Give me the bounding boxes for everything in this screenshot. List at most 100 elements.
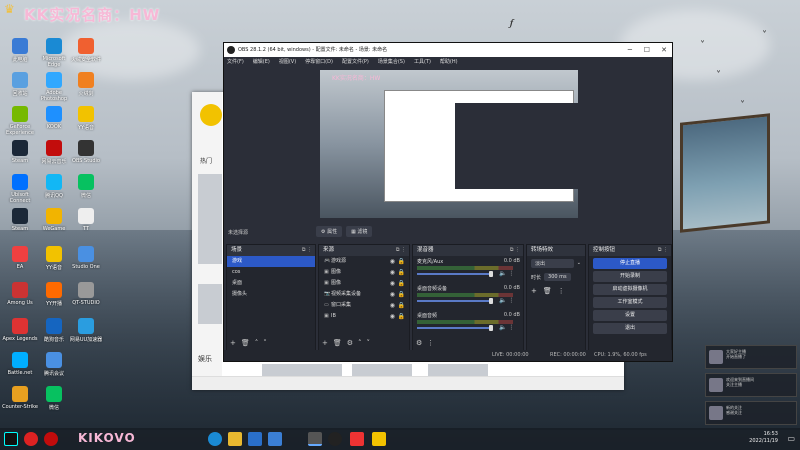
desktop-icon[interactable]: GeForce Experience bbox=[2, 106, 38, 136]
dock-options-icon[interactable]: ⧉ ⋮ bbox=[658, 245, 668, 256]
desktop-icon[interactable]: Microsoft Edge bbox=[36, 38, 72, 68]
lock-icon[interactable]: 🔒 bbox=[398, 256, 405, 267]
menu-item[interactable]: 停靠窗口(D) bbox=[305, 57, 333, 68]
add-icon[interactable]: + bbox=[531, 287, 537, 295]
desktop-icon[interactable]: Studio One bbox=[68, 246, 104, 270]
add-icon[interactable]: + bbox=[230, 339, 236, 347]
desktop-icon[interactable]: YY语音 bbox=[68, 106, 104, 131]
notification-card[interactable]: 大家好主播 开始直播了 bbox=[705, 345, 797, 369]
lock-icon[interactable]: 🔒 bbox=[398, 300, 405, 311]
filters-button[interactable]: ▦ 滤镜 bbox=[346, 226, 373, 237]
settings-button[interactable]: 设置 bbox=[593, 310, 667, 321]
source-item[interactable]: ▣ 图像 ◉ 🔒 bbox=[319, 278, 409, 289]
tiktok-icon[interactable] bbox=[4, 432, 18, 446]
desktop-icon[interactable]: QT-STUDIO bbox=[68, 282, 104, 306]
source-item[interactable]: ▣ 图像 ◉ 🔒 bbox=[319, 267, 409, 278]
visibility-eye-icon[interactable]: ◉ bbox=[390, 278, 395, 289]
duration-input[interactable]: 300 ms bbox=[544, 273, 571, 281]
move-up-icon[interactable]: ˄ bbox=[255, 339, 259, 347]
visibility-eye-icon[interactable]: ◉ bbox=[390, 300, 395, 311]
obs-taskbar-icon[interactable] bbox=[308, 432, 322, 446]
speaker-icon[interactable]: 🔈 ⋮ bbox=[499, 297, 514, 304]
app-icon[interactable] bbox=[372, 432, 386, 446]
menu-item[interactable]: 场景集合(S) bbox=[378, 57, 405, 68]
desktop-icon[interactable]: YY开播 bbox=[36, 282, 72, 307]
settings-icon[interactable]: ⋮ bbox=[558, 287, 565, 295]
speaker-icon[interactable]: 🔈 ⋮ bbox=[499, 270, 514, 277]
desktop-icon[interactable]: Steam bbox=[2, 208, 38, 232]
desktop-icon[interactable]: EA bbox=[2, 246, 38, 270]
visibility-eye-icon[interactable]: ◉ bbox=[390, 311, 395, 322]
desktop-icon[interactable]: 腾讯会议 bbox=[36, 352, 72, 377]
desktop-icon[interactable]: 火绒安全软件 bbox=[68, 38, 104, 63]
menu-item[interactable]: 文件(F) bbox=[227, 57, 244, 68]
store-icon[interactable] bbox=[268, 432, 282, 446]
settings-icon[interactable]: ⚙ bbox=[347, 339, 353, 347]
follow-label[interactable]: 娱乐 bbox=[198, 354, 212, 364]
exit-button[interactable]: 退出 bbox=[593, 323, 667, 334]
obs-taskbar-icon-2[interactable] bbox=[328, 432, 342, 446]
netease-music-icon[interactable] bbox=[44, 432, 58, 446]
start-recording-button[interactable]: 开始录制 bbox=[593, 271, 667, 282]
studio-mode-button[interactable]: 工作室模式 bbox=[593, 297, 667, 308]
menu-item[interactable]: 视图(V) bbox=[279, 57, 296, 68]
desktop-icon[interactable]: 回收站 bbox=[2, 72, 38, 97]
desktop-icon[interactable]: Among Us bbox=[2, 282, 38, 306]
video-thumbnail[interactable] bbox=[262, 364, 342, 376]
menu-item[interactable]: 帮助(H) bbox=[440, 57, 458, 68]
volume-slider-handle[interactable] bbox=[489, 325, 493, 331]
close-icon[interactable]: ✕ bbox=[661, 43, 667, 57]
scene-item[interactable]: cos bbox=[227, 267, 315, 278]
source-item[interactable]: 🎮游戏源 ◉ 🔒 bbox=[319, 256, 409, 267]
source-item[interactable]: ▭ 窗口采集 ◉ 🔒 bbox=[319, 300, 409, 311]
mixer-settings-icon[interactable]: ⚙ bbox=[416, 339, 422, 347]
desktop-icon[interactable]: Steam bbox=[2, 140, 38, 164]
video-thumbnail[interactable] bbox=[198, 174, 222, 264]
properties-button[interactable]: ⚙ 属性 bbox=[316, 226, 343, 237]
volume-slider[interactable] bbox=[417, 273, 493, 275]
lock-icon[interactable]: 🔒 bbox=[398, 311, 405, 322]
video-thumbnail[interactable] bbox=[428, 364, 488, 376]
volume-slider[interactable] bbox=[417, 327, 493, 329]
site-logo[interactable] bbox=[200, 104, 222, 126]
weibo-icon[interactable] bbox=[24, 432, 38, 446]
desktop-icon[interactable]: 网易云音乐 bbox=[36, 140, 72, 165]
scene-item[interactable]: 摄像头 bbox=[227, 289, 315, 300]
virtual-camera-button[interactable]: 启动虚拟摄像机 bbox=[593, 284, 667, 295]
transition-type-select[interactable]: 淡出 bbox=[531, 258, 574, 268]
edge-icon[interactable] bbox=[208, 432, 222, 446]
notification-icon[interactable]: ▭ bbox=[787, 434, 795, 443]
lock-icon[interactable]: 🔒 bbox=[398, 278, 405, 289]
delete-icon[interactable]: 🗑 bbox=[543, 287, 552, 295]
add-icon[interactable]: + bbox=[322, 339, 328, 347]
dock-options-icon[interactable]: ⧉ ⋮ bbox=[510, 245, 520, 256]
lock-icon[interactable]: 🔒 bbox=[398, 267, 405, 278]
visibility-eye-icon[interactable]: ◉ bbox=[390, 289, 395, 300]
stop-stream-button[interactable]: 停止直播 bbox=[593, 258, 667, 269]
source-item[interactable]: 📷视频采集设备 ◉ 🔒 bbox=[319, 289, 409, 300]
menu-item[interactable]: 编辑(E) bbox=[253, 57, 270, 68]
lock-icon[interactable]: 🔒 bbox=[398, 289, 405, 300]
speaker-icon[interactable]: 🔈 ⋮ bbox=[499, 324, 514, 331]
desktop-icon[interactable]: 腾讯QQ bbox=[36, 174, 72, 199]
video-thumbnail[interactable] bbox=[198, 284, 222, 324]
desktop-icon[interactable]: WeGame bbox=[36, 208, 72, 232]
desktop-icon[interactable]: Apex Legends bbox=[2, 318, 38, 342]
nav-hot[interactable]: 热门 bbox=[200, 156, 212, 165]
desktop-icon[interactable]: 酷狗音乐 bbox=[36, 318, 72, 343]
menu-item[interactable]: 工具(T) bbox=[414, 57, 431, 68]
dock-options-icon[interactable]: ⧉ ⋮ bbox=[302, 245, 312, 256]
delete-icon[interactable]: 🗑 bbox=[333, 339, 342, 347]
minimize-icon[interactable]: ─ bbox=[628, 43, 632, 57]
desktop-icon[interactable]: Ubisoft Connect bbox=[2, 174, 38, 204]
desktop-icon[interactable]: Battle.net bbox=[2, 352, 38, 376]
obs-preview[interactable]: KK实况名商：HW bbox=[320, 70, 578, 218]
volume-slider[interactable] bbox=[417, 300, 493, 302]
visibility-eye-icon[interactable]: ◉ bbox=[390, 256, 395, 267]
delete-icon[interactable]: 🗑 bbox=[241, 339, 250, 347]
scene-item[interactable]: 桌面 bbox=[227, 278, 315, 289]
move-down-icon[interactable]: ˅ bbox=[367, 339, 371, 347]
app-icon[interactable] bbox=[350, 432, 364, 446]
notification-card[interactable]: 欢迎来到直播间 关注主播 bbox=[705, 373, 797, 397]
desktop-icon[interactable]: 火绒剑 bbox=[68, 72, 104, 97]
